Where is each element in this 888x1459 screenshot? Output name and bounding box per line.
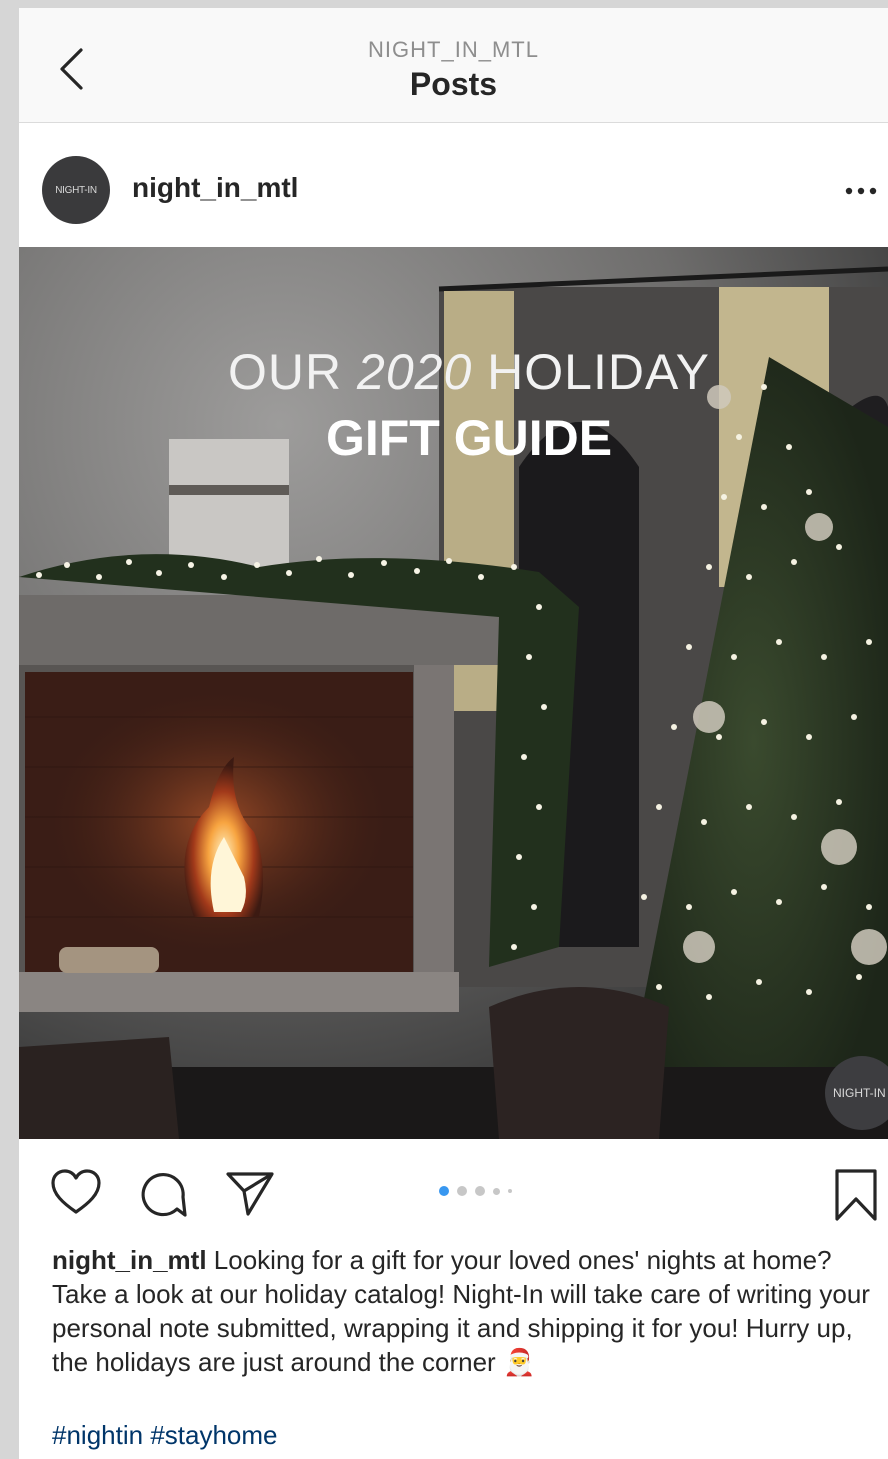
page-title: Posts [409, 66, 498, 102]
profile-handle: NIGHT_IN_MTL [368, 37, 539, 62]
hashtag-nightin[interactable]: #nightin [52, 1420, 143, 1450]
hashtag-list: #nightin #stayhome [52, 1420, 278, 1451]
bookmark-icon [835, 1169, 877, 1221]
carousel-dot [493, 1187, 500, 1195]
santa-emoji-icon: 🎅 [502, 1347, 536, 1377]
comment-icon [141, 1173, 187, 1217]
carousel-dot [439, 1186, 449, 1196]
more-options-button[interactable] [841, 171, 881, 211]
post-image[interactable]: OUR 2020 HOLIDAY GIFT GUIDE NIGHT-IN [19, 247, 888, 1139]
top-nav-bar: NIGHT_IN_MTL Posts [19, 8, 888, 123]
image-overlay-headline: OUR 2020 HOLIDAY [19, 343, 888, 401]
comment-button[interactable] [137, 1169, 189, 1226]
avatar-label: NIGHT-IN [55, 184, 97, 196]
post-header: NIGHT-IN night_in_mtl [19, 123, 888, 247]
instagram-post-screen: NIGHT_IN_MTL Posts NIGHT-IN night_in_mtl [19, 8, 888, 1459]
carousel-dot [475, 1186, 485, 1196]
like-button[interactable] [49, 1167, 103, 1222]
image-overlay-subheadline: GIFT GUIDE [325, 410, 613, 466]
overlay-word-our: OUR [228, 344, 343, 400]
carousel-dot [508, 1189, 512, 1193]
hashtag-stayhome[interactable]: #stayhome [150, 1420, 277, 1450]
caption-username[interactable]: night_in_mtl [52, 1245, 207, 1275]
post-action-bar [19, 1139, 888, 1244]
post-username[interactable]: night_in_mtl [132, 172, 298, 204]
share-button[interactable] [224, 1169, 276, 1224]
carousel-dot [457, 1186, 467, 1196]
overlay-year: 2020 [357, 344, 473, 400]
avatar[interactable]: NIGHT-IN [42, 156, 110, 224]
save-button[interactable] [831, 1167, 881, 1228]
more-dots-icon [845, 187, 877, 195]
send-icon [226, 1172, 274, 1216]
overlay-word-holiday: HOLIDAY [487, 344, 710, 400]
heart-icon [51, 1169, 101, 1214]
carousel-indicator [439, 1186, 512, 1196]
post-caption: night_in_mtl Looking for a gift for your… [52, 1243, 877, 1379]
